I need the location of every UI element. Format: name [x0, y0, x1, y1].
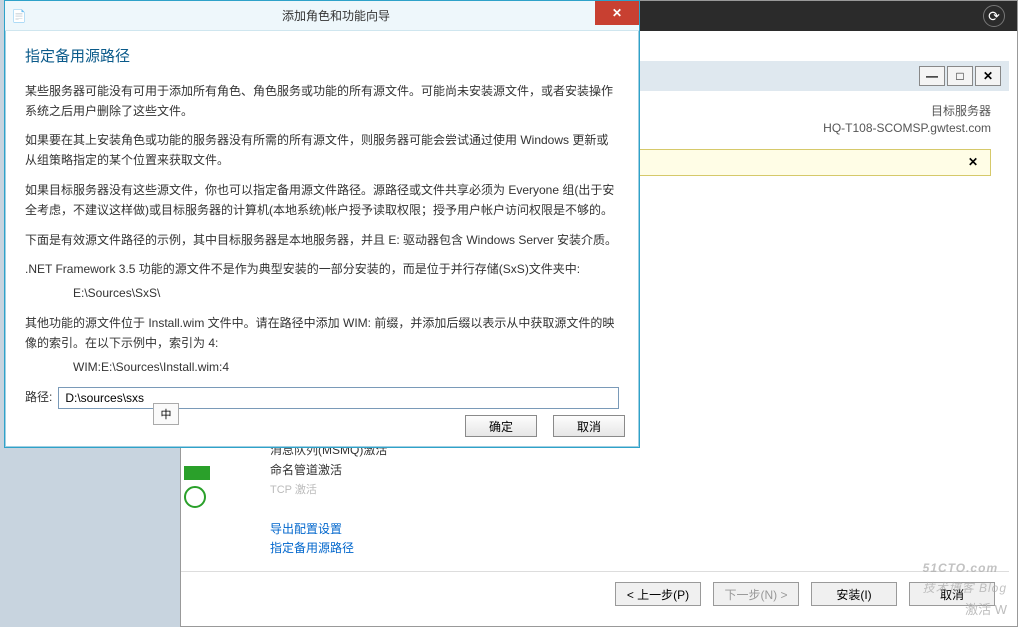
dialog-icon: 📄: [5, 9, 33, 23]
refresh-icon[interactable]: ⟳: [983, 5, 1005, 27]
path-label: 路径:: [25, 388, 52, 408]
link-block: 导出配置设置 指定备用源路径: [270, 520, 354, 558]
close-button[interactable]: ✕: [975, 66, 1001, 86]
ime-indicator[interactable]: 中: [153, 403, 179, 425]
warning-close-icon[interactable]: ✕: [964, 155, 982, 169]
window-controls: — □ ✕: [919, 66, 1001, 86]
dialog-para-1: 某些服务器可能没有可用于添加所有角色、角色服务或功能的所有源文件。可能尚未安装源…: [25, 82, 619, 122]
feature-list: 消息队列(MSMQ)激活 命名管道激活 TCP 激活: [270, 440, 387, 499]
watermark-sub: 技术博客 Blog: [923, 579, 1007, 596]
feature-item: 命名管道激活: [270, 460, 387, 480]
green-circle-icon: [184, 486, 206, 508]
watermark-text: 51CTO.com: [923, 561, 998, 575]
minimize-button[interactable]: —: [919, 66, 945, 86]
maximize-button[interactable]: □: [947, 66, 973, 86]
previous-button[interactable]: < 上一步(P): [615, 582, 701, 606]
ok-button[interactable]: 确定: [465, 415, 537, 437]
button-separator: [181, 571, 1009, 572]
green-bar-icon: [184, 466, 210, 480]
activate-windows-text: 激活 W: [965, 599, 1007, 618]
dialog-cancel-button[interactable]: 取消: [553, 415, 625, 437]
side-indicator: [184, 460, 218, 540]
alt-source-link[interactable]: 指定备用源路径: [270, 539, 354, 558]
dialog-body: 指定备用源路径 某些服务器可能没有可用于添加所有角色、角色服务或功能的所有源文件…: [5, 31, 639, 417]
example-path-1: E:\Sources\SxS\: [25, 284, 619, 304]
dialog-close-button[interactable]: ✕: [595, 1, 639, 25]
feature-item: TCP 激活: [270, 481, 387, 500]
path-row: 路径:: [25, 387, 619, 409]
export-config-link[interactable]: 导出配置设置: [270, 520, 354, 539]
dialog-heading: 指定备用源路径: [25, 45, 619, 70]
dialog-para-2: 如果要在其上安装角色或功能的服务器没有所需的所有源文件，则服务器可能会尝试通过使…: [25, 131, 619, 171]
example-path-2: WIM:E:\Sources\Install.wim:4: [25, 358, 619, 378]
dialog-para-4: 下面是有效源文件路径的示例，其中目标服务器是本地服务器，并且 E: 驱动器包含 …: [25, 231, 619, 251]
dialog-para-5: .NET Framework 3.5 功能的源文件不是作为典型安装的一部分安装的…: [25, 260, 619, 280]
dialog-para-6: 其他功能的源文件位于 Install.wim 文件中。请在路径中添加 WIM: …: [25, 314, 619, 354]
watermark-logo: 51CTO.com 技术博客 Blog: [923, 547, 1007, 596]
dialog-titlebar: 📄 添加角色和功能向导 ✕: [5, 1, 639, 31]
install-button[interactable]: 安装(I): [811, 582, 897, 606]
next-button: 下一步(N) >: [713, 582, 799, 606]
path-input[interactable]: [58, 387, 619, 409]
dialog-para-3: 如果目标服务器没有这些源文件，你也可以指定备用源文件路径。源路径或文件共享必须为…: [25, 181, 619, 221]
dialog-title: 添加角色和功能向导: [33, 7, 639, 24]
dialog-button-row: 确定 取消: [465, 415, 625, 437]
alt-source-dialog: 📄 添加角色和功能向导 ✕ 指定备用源路径 某些服务器可能没有可用于添加所有角色…: [4, 0, 640, 448]
